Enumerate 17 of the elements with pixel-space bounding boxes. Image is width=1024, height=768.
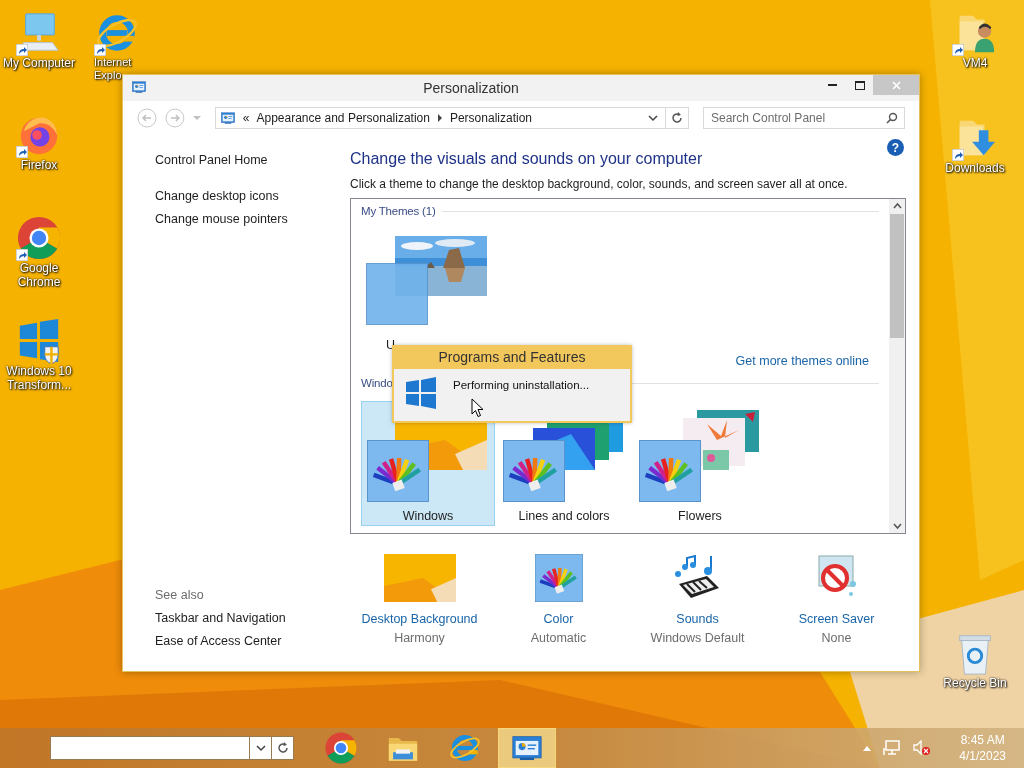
page-description: Click a theme to change the desktop background, color, sounds, and screen saver all at once. — [350, 177, 848, 191]
theme-label: Flowers — [678, 509, 722, 523]
see-also-heading: See also — [155, 588, 204, 602]
dialog-title: Programs and Features — [438, 348, 586, 367]
dialog-message: Performing uninstallation... — [453, 379, 590, 391]
page-heading: Change the visuals and sounds on your computer — [350, 150, 703, 168]
theme-label: Windows — [402, 509, 454, 523]
theme-group-heading: Windo — [361, 377, 393, 389]
setting-value: Automatic — [530, 631, 587, 645]
setting-value: None — [821, 631, 852, 645]
clock-time: 8:45 AM — [960, 732, 1005, 748]
clock-date: 4/1/2023 — [959, 748, 1006, 764]
theme-group-heading: My Themes (1) — [361, 205, 436, 217]
theme-label: Lines and colors — [518, 509, 610, 523]
setting-value: Windows Default — [650, 631, 745, 645]
window-title: Personalization — [423, 80, 519, 96]
setting-value: Harmony — [394, 631, 445, 645]
